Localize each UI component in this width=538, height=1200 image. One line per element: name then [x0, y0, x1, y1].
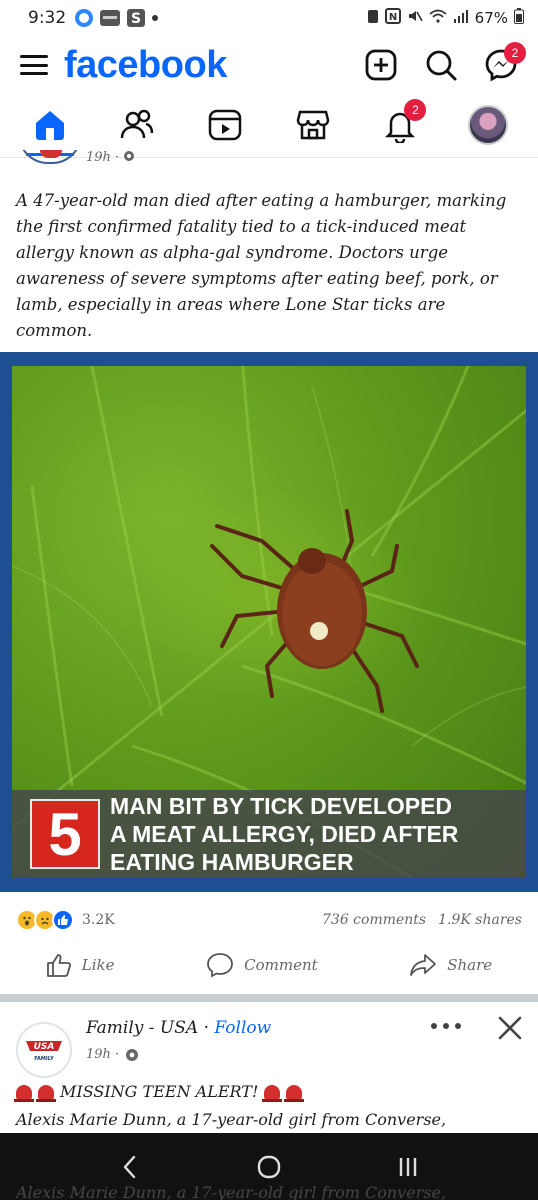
post1-time: 19h · [86, 150, 135, 165]
plus-square-icon [365, 49, 397, 81]
svg-text:S: S [131, 11, 141, 27]
post1-header: 19h · [0, 150, 538, 170]
like-button[interactable]: Like [46, 952, 115, 978]
profile-avatar [468, 105, 509, 145]
tab-video[interactable] [195, 97, 255, 153]
app-icon [99, 9, 121, 27]
battery-percent: 67% [474, 9, 508, 27]
signal-icon [453, 9, 469, 27]
news-headline-bar: 5 MAN BIT BY TICK DEVELOPED A MEAT ALLER… [12, 790, 526, 878]
post1-image[interactable]: 5 MAN BIT BY TICK DEVELOPED A MEAT ALLER… [0, 352, 538, 892]
ghost-overflow-text: Alexis Marie Dunn, a 17-year-old girl fr… [16, 1183, 447, 1200]
post2-body-text: Alexis Marie Dunn, a 17-year-old girl fr… [16, 1110, 447, 1129]
post2-alert-text: MISSING TEEN ALERT! [60, 1082, 259, 1101]
battery-saver-icon [367, 8, 379, 28]
comment-button[interactable]: Comment [206, 952, 318, 978]
comments-count[interactable]: 736 comments [322, 912, 426, 928]
status-time: 9:32 [28, 8, 67, 28]
main-nav: 2 [0, 94, 538, 156]
post1-actions: Like Comment Share [0, 944, 538, 986]
messenger-button[interactable]: 2 [482, 42, 526, 84]
search-button[interactable] [422, 46, 460, 84]
tab-marketplace[interactable] [283, 97, 343, 153]
menu-icon[interactable] [18, 49, 50, 81]
friends-icon [121, 109, 154, 139]
thumbs-up-icon [46, 954, 71, 977]
post1-text: A 47-year-old man died after eating a ha… [16, 191, 507, 340]
page-avatar[interactable] [18, 150, 82, 164]
like-reaction-icon [52, 909, 74, 931]
reaction-count: 3.2K [82, 912, 115, 928]
app-header: facebook 2 [0, 36, 538, 94]
svg-text:FAMILY: FAMILY [34, 1056, 54, 1062]
recents-button[interactable] [388, 1147, 428, 1187]
facebook-messenger-icon [74, 8, 94, 28]
facebook-logo[interactable]: facebook [64, 44, 227, 87]
share-icon [410, 954, 437, 976]
messenger-badge: 2 [504, 42, 526, 64]
shares-count[interactable]: 1.9K shares [438, 912, 522, 928]
post2-author-line: Family - USA · Follow [86, 1018, 272, 1038]
siren-icon [36, 1084, 56, 1102]
more-options-icon[interactable] [428, 1016, 464, 1040]
s-icon: S [126, 8, 146, 28]
siren-icon [14, 1084, 34, 1102]
wifi-icon [429, 9, 447, 27]
post2-time: 19h · [86, 1047, 139, 1062]
dot-icon [151, 14, 159, 22]
mute-icon [407, 8, 423, 28]
siren-icon [262, 1084, 283, 1102]
post2-title-line: MISSING TEEN ALERT! [14, 1082, 305, 1102]
back-button[interactable] [110, 1147, 150, 1187]
channel-logo: 5 [30, 799, 100, 869]
globe-icon [124, 151, 135, 161]
post2-header: USA FAMILY Family - USA · Follow 19h · [0, 1002, 538, 1078]
tab-notifications[interactable]: 2 [370, 97, 430, 153]
comment-icon [207, 953, 234, 978]
siren-icon [284, 1084, 305, 1102]
tab-home[interactable] [20, 97, 80, 156]
nfc-icon: N [384, 8, 401, 28]
home-button[interactable] [249, 1147, 289, 1187]
video-icon [208, 109, 242, 141]
feed-separator [0, 994, 538, 1002]
author-name[interactable]: Family - USA [86, 1018, 198, 1038]
recents-icon [400, 1157, 417, 1176]
search-icon [426, 50, 457, 81]
battery-icon [514, 8, 524, 28]
svg-text:USA: USA [34, 1042, 55, 1052]
marketplace-icon [296, 110, 330, 140]
back-icon [123, 1155, 135, 1178]
follow-button[interactable]: Follow [214, 1018, 271, 1038]
globe-icon [126, 1048, 139, 1061]
family-usa-avatar[interactable]: USA FAMILY [16, 1022, 72, 1078]
share-button[interactable]: Share [409, 953, 492, 977]
tab-friends[interactable] [107, 97, 167, 153]
tab-profile[interactable] [458, 97, 518, 153]
home-circle-icon [257, 1155, 281, 1178]
create-button[interactable] [362, 46, 400, 84]
news-headline: MAN BIT BY TICK DEVELOPED A MEAT ALLERGY… [110, 793, 459, 875]
status-system-icons: N 67% [367, 8, 524, 28]
notifications-badge: 2 [404, 99, 427, 121]
close-icon[interactable] [494, 1012, 526, 1044]
home-icon [35, 111, 64, 140]
post1-reactions[interactable]: 3.2K 736 comments 1.9K shares [16, 906, 522, 934]
svg-text:N: N [388, 12, 396, 23]
status-bar: 9:32 S N 67% [0, 0, 538, 36]
